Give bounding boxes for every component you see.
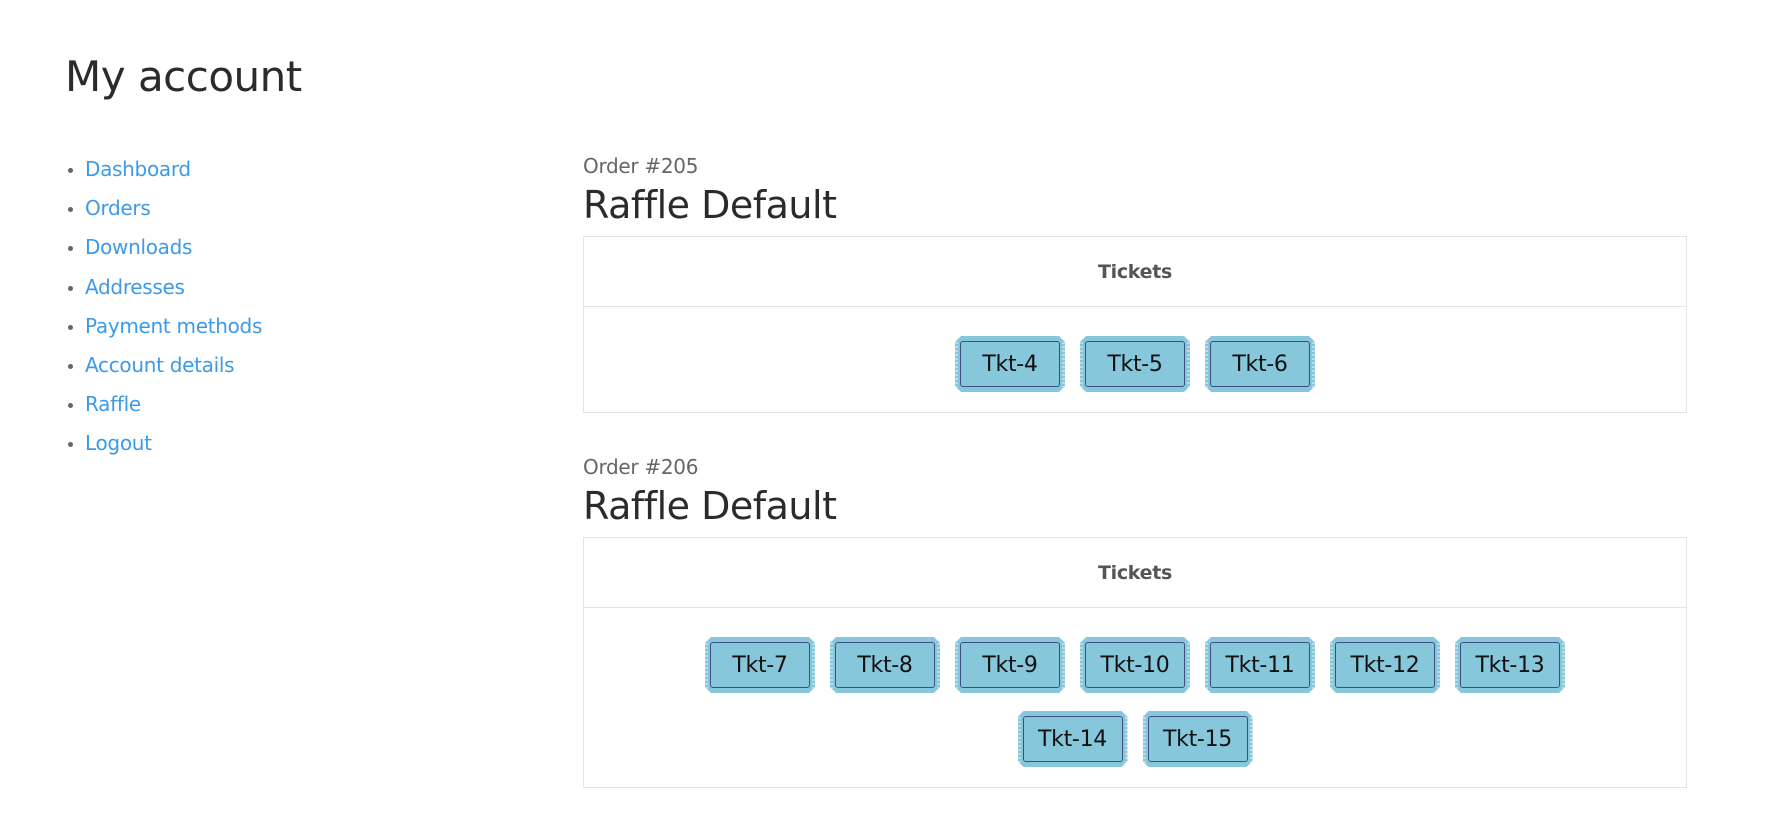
ticket: Tkt-12 xyxy=(1330,637,1440,693)
ticket: Tkt-8 xyxy=(830,637,940,693)
raffle-title: Raffle Default xyxy=(583,183,837,227)
raffle-title: Raffle Default xyxy=(583,484,837,528)
ticket-label: Tkt-7 xyxy=(710,642,810,688)
nav-item-addresses: Addresses xyxy=(85,270,262,309)
account-content: Order #205 Raffle Default Tickets Tkt-4 … xyxy=(583,152,1687,828)
account-navigation: Dashboard Orders Downloads Addresses Pay… xyxy=(65,152,262,466)
order-section: Order #206 Raffle Default Tickets Tkt-7 … xyxy=(583,453,1687,788)
ticket-label: Tkt-4 xyxy=(960,341,1060,387)
ticket-label: Tkt-9 xyxy=(960,642,1060,688)
ticket-label: Tkt-10 xyxy=(1085,642,1185,688)
nav-link-account-details[interactable]: Account details xyxy=(85,353,235,377)
tickets-cell: Tkt-4 Tkt-5 Tkt-6 xyxy=(584,307,1687,413)
ticket-label: Tkt-14 xyxy=(1023,716,1123,762)
ticket-label: Tkt-8 xyxy=(835,642,935,688)
ticket: Tkt-11 xyxy=(1205,637,1315,693)
nav-link-payment-methods[interactable]: Payment methods xyxy=(85,314,262,338)
nav-item-raffle: Raffle xyxy=(85,387,262,426)
ticket: Tkt-15 xyxy=(1143,711,1253,767)
tickets-table: Tickets Tkt-7 Tkt-8 Tkt-9 Tkt-10 Tkt-11 … xyxy=(583,537,1687,788)
nav-link-orders[interactable]: Orders xyxy=(85,196,151,220)
page-title: My account xyxy=(65,52,302,101)
ticket-label: Tkt-13 xyxy=(1460,642,1560,688)
nav-item-logout: Logout xyxy=(85,426,262,465)
nav-link-dashboard[interactable]: Dashboard xyxy=(85,157,191,181)
order-number: Order #205 xyxy=(583,154,699,178)
nav-item-account-details: Account details xyxy=(85,348,262,387)
nav-item-payment-methods: Payment methods xyxy=(85,309,262,348)
ticket-label: Tkt-5 xyxy=(1085,341,1185,387)
ticket: Tkt-6 xyxy=(1205,336,1315,392)
nav-item-orders: Orders xyxy=(85,191,262,230)
nav-item-downloads: Downloads xyxy=(85,230,262,269)
ticket: Tkt-10 xyxy=(1080,637,1190,693)
ticket-label: Tkt-6 xyxy=(1210,341,1310,387)
ticket-label: Tkt-11 xyxy=(1210,642,1310,688)
tickets-header: Tickets xyxy=(583,537,1687,608)
nav-link-addresses[interactable]: Addresses xyxy=(85,275,185,299)
ticket: Tkt-5 xyxy=(1080,336,1190,392)
tickets-header: Tickets xyxy=(583,236,1687,307)
ticket-list: Tkt-4 Tkt-5 Tkt-6 xyxy=(644,336,1626,392)
ticket-list: Tkt-7 Tkt-8 Tkt-9 Tkt-10 Tkt-11 Tkt-12 T… xyxy=(644,637,1626,767)
nav-link-logout[interactable]: Logout xyxy=(85,431,152,455)
nav-link-raffle[interactable]: Raffle xyxy=(85,392,141,416)
ticket: Tkt-4 xyxy=(955,336,1065,392)
tickets-cell: Tkt-7 Tkt-8 Tkt-9 Tkt-10 Tkt-11 Tkt-12 T… xyxy=(584,608,1687,788)
ticket-label: Tkt-15 xyxy=(1148,716,1248,762)
tickets-table: Tickets Tkt-4 Tkt-5 Tkt-6 xyxy=(583,236,1687,413)
ticket: Tkt-7 xyxy=(705,637,815,693)
ticket: Tkt-13 xyxy=(1455,637,1565,693)
ticket: Tkt-14 xyxy=(1018,711,1128,767)
order-number: Order #206 xyxy=(583,455,699,479)
ticket-label: Tkt-12 xyxy=(1335,642,1435,688)
ticket: Tkt-9 xyxy=(955,637,1065,693)
order-section: Order #205 Raffle Default Tickets Tkt-4 … xyxy=(583,152,1687,413)
nav-link-downloads[interactable]: Downloads xyxy=(85,235,192,259)
nav-item-dashboard: Dashboard xyxy=(85,152,262,191)
